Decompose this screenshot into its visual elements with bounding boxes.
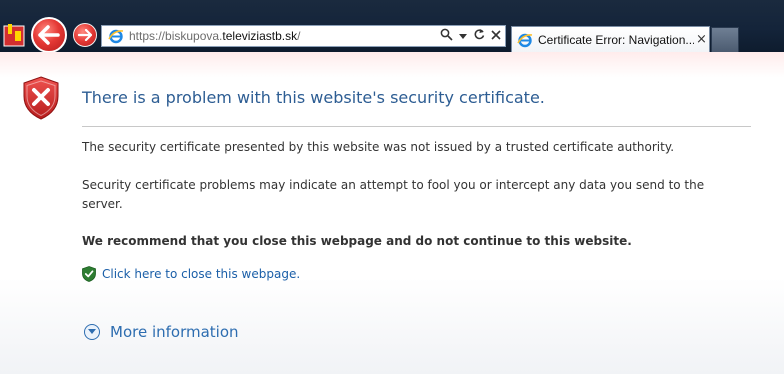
back-button[interactable] [31,17,67,53]
arrow-left-icon [38,25,60,45]
tab-label: Certificate Error: Navigation... [538,32,694,47]
close-webpage-link[interactable]: Click here to close this webpage. [102,267,300,281]
ie-logo-icon [106,26,126,46]
tab-close-icon[interactable]: × [696,32,707,47]
green-shield-icon [82,266,96,282]
favorites-bookmark-icon[interactable] [2,22,26,50]
new-tab-button[interactable] [711,27,739,52]
address-bar[interactable]: https://biskupova.televiziastb.sk/ [101,25,506,47]
tab-certificate-error[interactable]: Certificate Error: Navigation... × [511,26,710,52]
forward-button[interactable] [73,23,97,47]
more-information-toggle[interactable]: More information [84,323,239,341]
url-text[interactable]: https://biskupova.televiziastb.sk/ [129,29,300,43]
close-icon[interactable] [491,28,501,44]
chevron-down-icon[interactable] [459,28,467,44]
close-webpage-row: Click here to close this webpage. [82,266,300,282]
ie-logo-icon [516,31,534,49]
refresh-icon[interactable] [473,28,485,44]
search-icon[interactable] [440,28,453,45]
untrusted-authority-text: The security certificate presented by th… [82,140,675,154]
arrow-right-icon [78,29,92,41]
chevron-down-circle-icon[interactable] [84,324,100,340]
security-warning-text: Security certificate problems may indica… [82,178,705,211]
more-information-label[interactable]: More information [110,323,239,341]
recommendation-text: We recommend that you close this webpage… [82,234,632,248]
error-shield-icon [22,76,60,120]
divider [82,126,751,127]
browser-toolbar: https://biskupova.televiziastb.sk/ Certi… [0,0,784,53]
certificate-error-page: There is a problem with this website's s… [0,52,784,374]
page-title: There is a problem with this website's s… [82,88,545,107]
